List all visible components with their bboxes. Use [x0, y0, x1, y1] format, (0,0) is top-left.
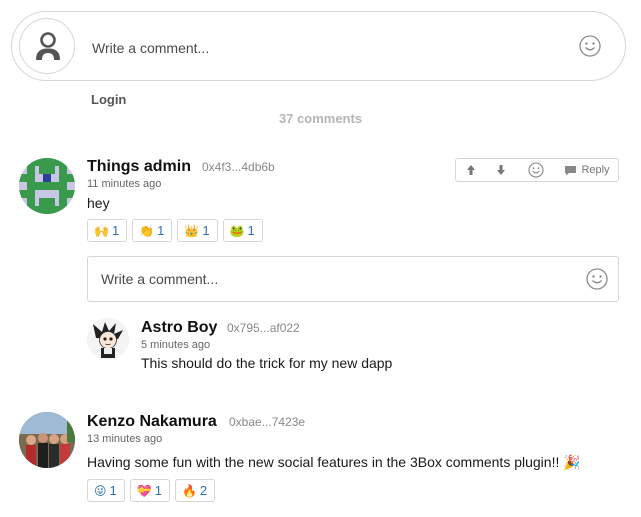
comment-text: Having some fun with the new social feat… [87, 454, 581, 470]
frog-icon: 🐸 [229, 223, 245, 238]
upvote-button[interactable] [456, 159, 486, 181]
smiley-icon[interactable] [579, 35, 601, 62]
reaction-button[interactable]: 👏 1 [132, 219, 173, 242]
clapping-hands-icon: 👏 [139, 223, 155, 238]
reaction-button[interactable]: 😜 1 [87, 479, 125, 502]
reply-address: 0x795...af022 [227, 321, 300, 335]
reaction-count: 1 [154, 483, 162, 498]
reaction-count: 1 [109, 483, 117, 498]
heart-ribbon-icon: 💝 [136, 483, 152, 498]
reply-button[interactable]: Reply [556, 159, 618, 181]
comment-timestamp: 13 minutes ago [87, 433, 163, 445]
avatar-things-admin [19, 158, 75, 214]
reaction-button[interactable]: 👑 1 [177, 219, 218, 242]
avatar-kenzo-nakamura [19, 412, 75, 468]
arrow-up-icon [467, 165, 475, 175]
comment-composer[interactable]: Write a comment... [11, 11, 626, 81]
comment-address: 0x4f3...4db6b [202, 160, 275, 174]
fire-icon: 🔥 [181, 483, 197, 498]
reply-icon [565, 165, 577, 175]
smiley-icon[interactable] [586, 268, 608, 295]
user-avatar-placeholder [19, 18, 75, 74]
reply-author[interactable]: Astro Boy [141, 319, 217, 337]
downvote-button[interactable] [486, 159, 516, 181]
reply-label: Reply [581, 164, 610, 176]
comment-author[interactable]: Things admin [87, 158, 191, 176]
crown-icon: 👑 [184, 223, 200, 238]
reaction-button[interactable]: 💝 1 [129, 479, 170, 502]
reaction-count: 1 [157, 223, 165, 238]
reaction-count: 1 [202, 223, 210, 238]
reply-text: This should do the trick for my new dapp [141, 355, 393, 371]
reply-input[interactable]: Write a comment... [87, 256, 619, 302]
comment-toolbar: Reply [455, 158, 619, 182]
reaction-count: 1 [111, 223, 120, 238]
reaction-list: 😜 1 💝 1 🔥 2 [87, 479, 216, 502]
reaction-list: 🙌 1 👏 1 👑 1 🐸 1 [87, 219, 263, 242]
reaction-count: 1 [247, 223, 255, 238]
avatar-astro-boy [87, 318, 129, 360]
reaction-button[interactable]: 🔥 2 [174, 479, 216, 502]
comment-timestamp: 11 minutes ago [87, 178, 162, 190]
user-icon [36, 32, 60, 60]
smiley-icon [528, 162, 544, 178]
winking-tongue-face-icon: 😜 [94, 483, 107, 498]
comment-count: 37 comments [278, 111, 363, 126]
login-link[interactable]: Login [91, 92, 126, 107]
comment-author[interactable]: Kenzo Nakamura [87, 413, 217, 431]
reaction-button[interactable]: 🐸 1 [222, 219, 263, 242]
raised-hands-icon: 🙌 [94, 223, 109, 238]
comment-address: 0xbae...7423e [229, 415, 306, 429]
comment-text: hey [87, 195, 110, 211]
reaction-count: 2 [199, 483, 208, 498]
comment-input-placeholder[interactable]: Write a comment... [92, 40, 209, 56]
add-reaction-button[interactable] [516, 159, 556, 181]
arrow-down-icon [497, 165, 505, 175]
reply-input-placeholder[interactable]: Write a comment... [101, 271, 218, 287]
reply-timestamp: 5 minutes ago [141, 339, 211, 351]
reaction-button[interactable]: 🙌 1 [87, 219, 128, 242]
